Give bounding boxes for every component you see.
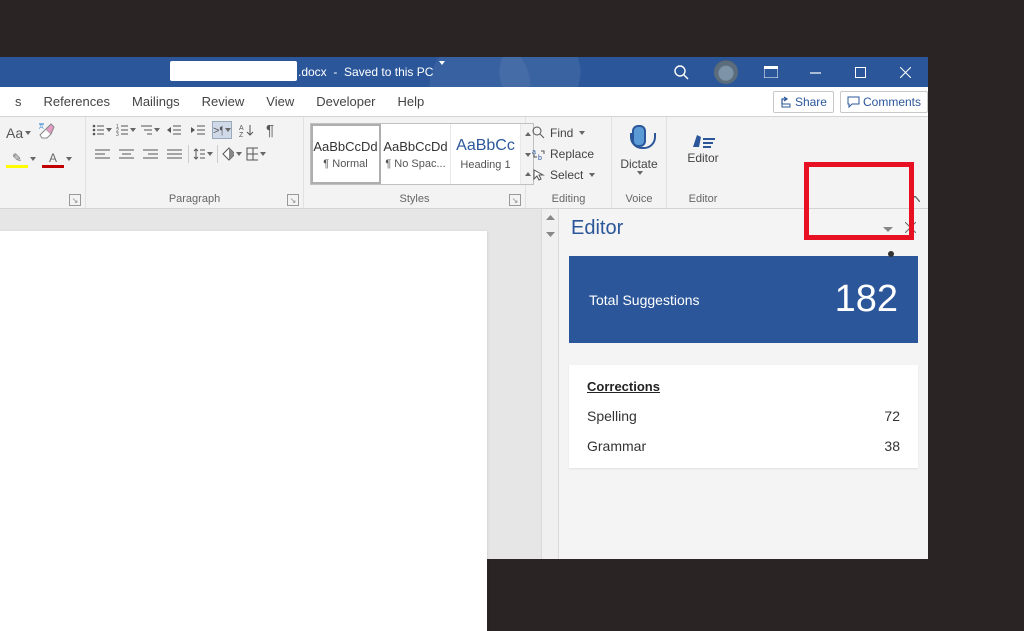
total-suggestions-label: Total Suggestions — [589, 292, 700, 308]
editor-pane-title: Editor — [571, 217, 623, 240]
svg-text:A: A — [239, 125, 244, 132]
tab-references[interactable]: References — [33, 87, 121, 117]
editing-group: Find ab Replace Select Editing — [526, 117, 612, 208]
tab-review[interactable]: Review — [191, 87, 256, 117]
line-spacing-button[interactable] — [193, 145, 213, 163]
voice-group: Dictate Voice — [612, 117, 667, 208]
premium-badge-icon — [888, 251, 894, 257]
doc-title-redacted — [170, 61, 297, 81]
spelling-row[interactable]: Spelling 72 — [587, 408, 900, 424]
collapse-ribbon-icon[interactable] — [908, 192, 922, 206]
total-suggestions-count: 182 — [835, 278, 898, 321]
ribbon-tabs: s References Mailings Review View Develo… — [0, 87, 928, 117]
corrections-card: Corrections Spelling 72 Grammar 38 — [569, 365, 918, 468]
find-button[interactable]: Find — [532, 123, 585, 142]
ribbon: Aa A ✎ A ↘ 123 — [0, 117, 928, 209]
show-hide-pilcrow[interactable]: ¶ — [260, 121, 280, 139]
voice-group-label: Voice — [626, 193, 653, 205]
justify-button[interactable] — [164, 145, 184, 163]
paragraph-group: 123 >¶ AZ ¶ — [86, 117, 304, 208]
style-no-spacing[interactable]: AaBbCcDd ¶ No Spac... — [381, 124, 451, 184]
pane-close-icon[interactable] — [905, 220, 916, 238]
numbering-button[interactable]: 123 — [116, 121, 136, 139]
decrease-indent-button[interactable] — [164, 121, 184, 139]
styles-dialog-launcher[interactable]: ↘ — [509, 194, 521, 206]
font-color-button[interactable]: A — [42, 150, 72, 168]
word-window: .docx - Saved to this PC s References Ma… — [0, 57, 928, 559]
vertical-scrollbar[interactable] — [541, 209, 558, 559]
align-left-button[interactable] — [92, 145, 112, 163]
svg-text:3: 3 — [116, 132, 119, 137]
share-button[interactable]: Share — [773, 91, 834, 113]
search-icon[interactable] — [659, 57, 704, 87]
svg-text:b: b — [538, 155, 542, 161]
editor-pen-icon — [689, 125, 717, 149]
tab-help[interactable]: Help — [387, 87, 436, 117]
change-case-button[interactable]: Aa — [6, 121, 31, 144]
maximize-icon[interactable] — [838, 57, 883, 87]
editing-group-label: Editing — [552, 193, 586, 205]
total-suggestions-card[interactable]: Total Suggestions 182 — [569, 256, 918, 343]
tab-developer[interactable]: Developer — [305, 87, 386, 117]
styles-group: AaBbCcDd ¶ Normal AaBbCcDd ¶ No Spac... … — [304, 117, 526, 208]
svg-text:>¶: >¶ — [213, 125, 223, 137]
minimize-icon[interactable] — [793, 57, 838, 87]
tab-fragment[interactable]: s — [4, 87, 33, 117]
select-button[interactable]: Select — [532, 165, 595, 184]
style-gallery[interactable]: AaBbCcDd ¶ Normal AaBbCcDd ¶ No Spac... … — [310, 123, 534, 185]
sort-button[interactable]: AZ — [236, 121, 256, 139]
scroll-up-icon[interactable] — [542, 209, 559, 226]
svg-text:A: A — [39, 124, 44, 131]
user-avatar[interactable] — [714, 60, 738, 84]
editor-group-label: Editor — [689, 193, 718, 205]
borders-button[interactable] — [246, 145, 266, 163]
document-area — [0, 209, 558, 559]
paragraph-marks-button[interactable]: >¶ — [212, 121, 232, 139]
increase-indent-button[interactable] — [188, 121, 208, 139]
dictate-button[interactable]: Dictate — [620, 121, 657, 175]
doc-title-suffix: .docx - Saved to this PC — [298, 57, 445, 87]
chevron-down-icon[interactable] — [439, 61, 445, 79]
style-heading-1[interactable]: AaBbCc Heading 1 — [451, 124, 521, 184]
paragraph-group-label: Paragraph — [169, 193, 220, 205]
multilevel-list-button[interactable] — [140, 121, 160, 139]
close-icon[interactable] — [883, 57, 928, 87]
font-dialog-launcher[interactable]: ↘ — [69, 194, 81, 206]
ribbon-mode-icon[interactable] — [748, 57, 793, 87]
grammar-row[interactable]: Grammar 38 — [587, 438, 900, 454]
align-center-button[interactable] — [116, 145, 136, 163]
replace-button[interactable]: ab Replace — [532, 144, 594, 163]
shading-button[interactable] — [222, 145, 242, 163]
document-page[interactable] — [0, 231, 487, 631]
title-bar: .docx - Saved to this PC — [0, 57, 928, 87]
align-right-button[interactable] — [140, 145, 160, 163]
microphone-icon — [632, 125, 646, 147]
corrections-header: Corrections — [587, 379, 900, 394]
svg-text:Z: Z — [239, 132, 244, 137]
work-area: Editor Total Suggestions 182 Corrections… — [0, 209, 928, 559]
style-normal[interactable]: AaBbCcDd ¶ Normal — [311, 124, 381, 184]
scroll-down-icon[interactable] — [542, 226, 559, 243]
editor-group: Editor Editor — [667, 117, 739, 208]
comments-button[interactable]: Comments — [840, 91, 928, 113]
bullets-button[interactable] — [92, 121, 112, 139]
highlight-color-button[interactable]: ✎ — [6, 150, 36, 168]
clear-formatting-button[interactable]: A — [37, 121, 55, 144]
tab-mailings[interactable]: Mailings — [121, 87, 191, 117]
font-group: Aa A ✎ A ↘ — [0, 117, 86, 208]
editor-pane: Editor Total Suggestions 182 Corrections… — [558, 209, 928, 559]
styles-group-label: Styles — [400, 193, 430, 205]
paragraph-dialog-launcher[interactable]: ↘ — [287, 194, 299, 206]
editor-button[interactable]: Editor — [673, 121, 733, 165]
pane-options-icon[interactable] — [883, 220, 893, 238]
tab-view[interactable]: View — [255, 87, 305, 117]
